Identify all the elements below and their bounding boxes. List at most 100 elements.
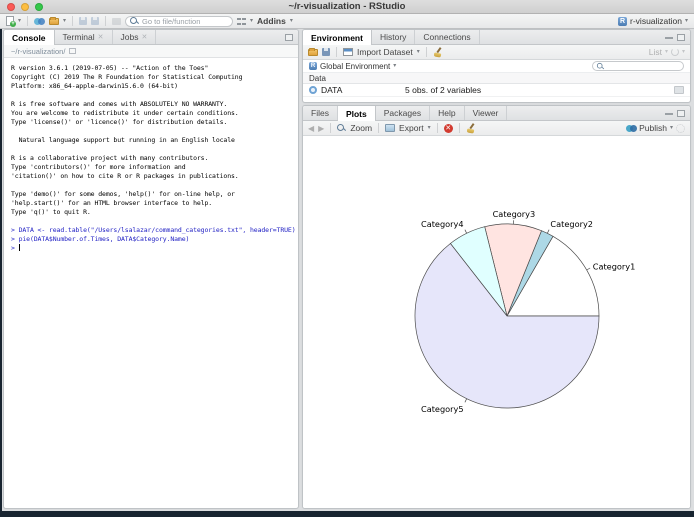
- export-plot-icon: [385, 124, 395, 132]
- next-plot-icon: ▶: [318, 124, 324, 133]
- desktop-edge-left: [0, 29, 2, 517]
- goto-placeholder: Go to file/function: [142, 17, 200, 26]
- plots-tabbar: Files Plots Packages Help Viewer: [303, 106, 690, 121]
- toolbar-separator: [336, 47, 337, 57]
- minimize-window-button[interactable]: [21, 3, 29, 11]
- pane-layout-caret[interactable]: ▾: [250, 18, 253, 24]
- title-bar: ~/r-visualization - RStudio: [0, 0, 694, 14]
- save-workspace-icon[interactable]: [322, 48, 330, 56]
- zoom-window-button[interactable]: [35, 3, 43, 11]
- new-project-icon[interactable]: [34, 17, 45, 26]
- tab-help[interactable]: Help: [430, 106, 464, 120]
- console-pane: Console Terminal✕ Jobs✕ ~/r-visualizatio…: [3, 29, 299, 509]
- view-table-icon[interactable]: [674, 86, 684, 94]
- toolbar-separator: [27, 16, 28, 26]
- console-tabbar: Console Terminal✕ Jobs✕: [4, 30, 298, 45]
- tab-environment[interactable]: Environment: [303, 30, 372, 45]
- console-path-bar: ~/r-visualization/: [4, 45, 298, 58]
- plots-pane: Files Plots Packages Help Viewer ◀ ▶ Zoo…: [302, 105, 691, 509]
- pie-label-category4: Category4: [421, 219, 464, 229]
- window-controls: [7, 3, 43, 11]
- plot-area: Category1Category2Category3Category4Cate…: [303, 136, 690, 509]
- clear-all-plots-broom-icon[interactable]: [466, 123, 476, 133]
- toolbar-separator: [378, 123, 379, 133]
- load-workspace-icon[interactable]: [308, 49, 318, 56]
- minimize-pane-icon[interactable]: [665, 36, 673, 39]
- import-dataset-button[interactable]: Import Dataset: [357, 47, 413, 57]
- close-icon[interactable]: ✕: [98, 33, 104, 41]
- scope-caret[interactable]: ▾: [393, 63, 396, 69]
- print-button: [112, 18, 121, 25]
- list-view-caret[interactable]: ▾: [665, 49, 668, 55]
- pie-label-tick: [587, 268, 590, 270]
- export-caret[interactable]: ▾: [428, 125, 431, 131]
- data-object-icon: [309, 86, 317, 94]
- export-plot-button[interactable]: Export: [399, 123, 424, 133]
- import-dataset-caret[interactable]: ▾: [417, 49, 420, 55]
- tab-plots[interactable]: Plots: [338, 106, 376, 121]
- refresh-icon[interactable]: [671, 48, 679, 56]
- environment-object-row[interactable]: DATA 5 obs. of 2 variables: [303, 84, 690, 97]
- publish-button[interactable]: Publish: [639, 123, 667, 133]
- save-all-button: [91, 17, 99, 25]
- search-icon: [130, 17, 139, 26]
- new-file-button[interactable]: +: [6, 16, 14, 26]
- pie-chart: Category1Category2Category3Category4Cate…: [303, 136, 691, 509]
- open-in-window-icon[interactable]: [69, 48, 76, 54]
- window-title: ~/r-visualization - RStudio: [289, 1, 406, 12]
- close-window-button[interactable]: [7, 3, 15, 11]
- pie-label-category2: Category2: [550, 219, 593, 229]
- toolbar-separator: [459, 123, 460, 133]
- refresh-caret[interactable]: ▾: [682, 49, 685, 55]
- tab-history[interactable]: History: [372, 30, 415, 44]
- environment-search-input[interactable]: [592, 61, 684, 71]
- zoom-plot-button[interactable]: Zoom: [350, 123, 372, 133]
- tab-files[interactable]: Files: [303, 106, 338, 120]
- pane-layout-icon[interactable]: [237, 17, 246, 26]
- save-file-button: [79, 17, 87, 25]
- remove-plot-icon[interactable]: ✕: [444, 124, 453, 133]
- clear-objects-broom-icon[interactable]: [433, 47, 443, 57]
- addins-caret[interactable]: ▾: [290, 18, 293, 24]
- tab-connections[interactable]: Connections: [415, 30, 479, 44]
- tab-packages[interactable]: Packages: [376, 106, 430, 120]
- publish-icon: [626, 124, 636, 133]
- console-output[interactable]: R version 3.6.1 (2019-07-05) -- "Action …: [4, 58, 298, 259]
- toolbar-separator: [330, 123, 331, 133]
- plots-toolbar: ◀ ▶ Zoom Export ▾ ✕ Publish ▾: [303, 121, 690, 136]
- pie-label-category5: Category5: [421, 404, 464, 414]
- zoom-plot-icon[interactable]: [337, 124, 346, 133]
- publish-caret[interactable]: ▾: [670, 125, 673, 131]
- toolbar-separator: [426, 47, 427, 57]
- project-name: r-visualization: [630, 16, 682, 26]
- maximize-pane-icon[interactable]: [285, 34, 293, 41]
- working-directory: ~/r-visualization/: [11, 47, 65, 56]
- object-name: DATA: [321, 85, 342, 95]
- tab-jobs[interactable]: Jobs✕: [113, 30, 157, 44]
- pie-label-tick: [547, 230, 549, 234]
- project-caret: ▾: [685, 18, 688, 24]
- environment-tabbar: Environment History Connections: [303, 30, 690, 45]
- minimize-pane-icon[interactable]: [665, 112, 673, 115]
- tab-console[interactable]: Console: [4, 30, 55, 45]
- list-view-button[interactable]: List: [649, 47, 662, 57]
- r-project-icon: R: [618, 17, 627, 26]
- recent-files-caret[interactable]: ▾: [63, 18, 66, 24]
- open-file-button[interactable]: [49, 18, 59, 25]
- maximize-pane-icon[interactable]: [677, 34, 685, 41]
- data-section-header: Data: [303, 73, 690, 84]
- close-icon[interactable]: ✕: [142, 33, 148, 41]
- object-summary: 5 obs. of 2 variables: [405, 85, 481, 95]
- tab-viewer[interactable]: Viewer: [465, 106, 508, 120]
- goto-file-function-input[interactable]: Go to file/function: [125, 16, 233, 27]
- new-file-dropdown-caret[interactable]: ▾: [18, 18, 21, 24]
- pie-label-tick: [465, 399, 467, 403]
- toolbar-separator: [437, 123, 438, 133]
- environment-pane: Environment History Connections Import D…: [302, 29, 691, 103]
- addins-menu[interactable]: Addins: [257, 16, 286, 26]
- tab-terminal[interactable]: Terminal✕: [55, 30, 113, 44]
- maximize-pane-icon[interactable]: [677, 110, 685, 117]
- project-switcher[interactable]: R r-visualization ▾: [618, 16, 688, 26]
- pie-label-category1: Category1: [593, 262, 636, 272]
- environment-scope-select[interactable]: Global Environment: [320, 62, 390, 71]
